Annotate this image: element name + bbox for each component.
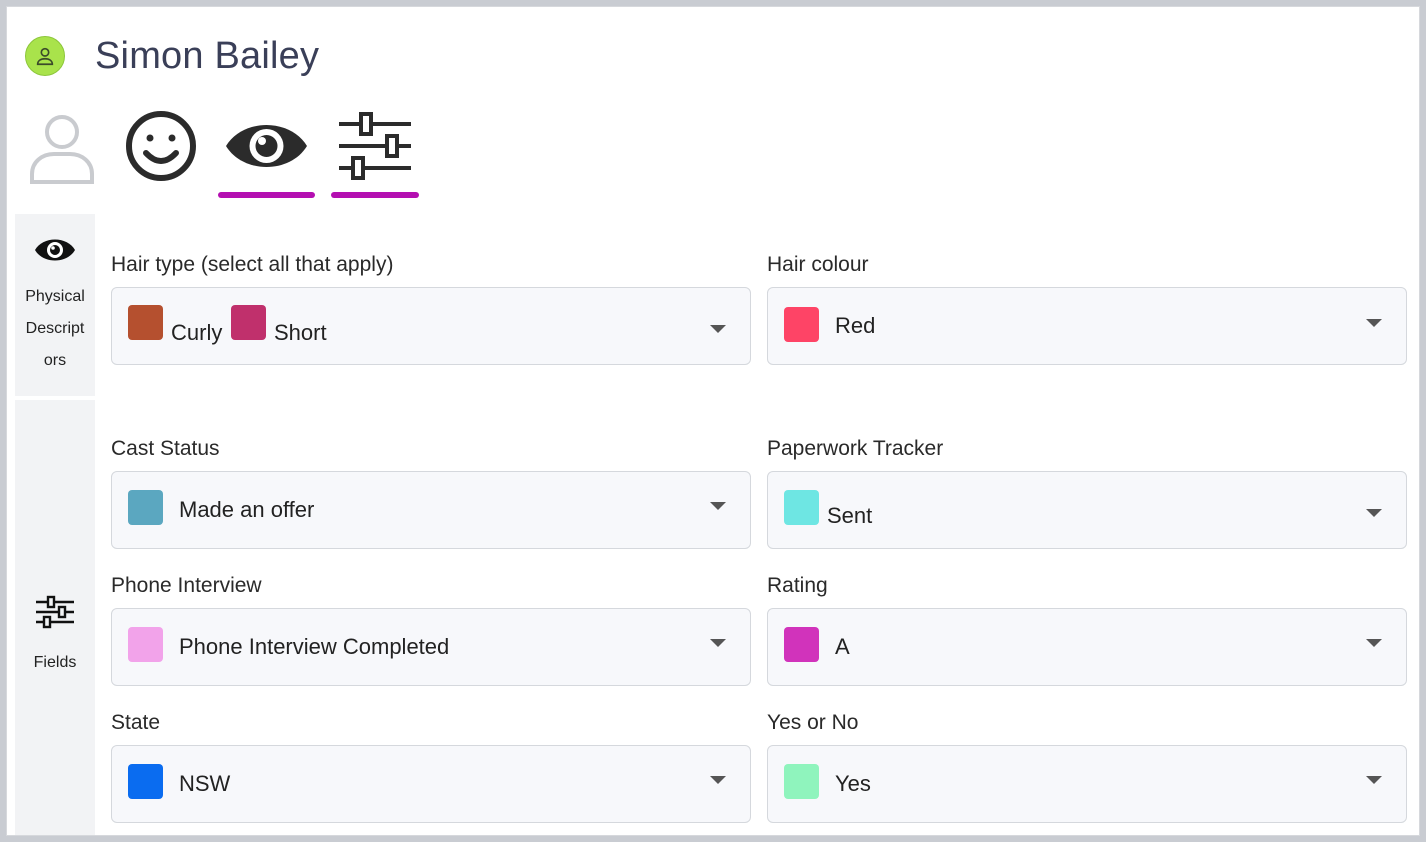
tab-profile[interactable] <box>27 106 97 202</box>
hair-type-select[interactable]: Curly Short <box>111 287 751 365</box>
field-paperwork-tracker: Paperwork Tracker Sent <box>767 434 1407 549</box>
hair-colour-select[interactable]: Red <box>767 287 1407 365</box>
field-label: Hair colour <box>767 253 869 276</box>
option-text: A <box>835 634 850 659</box>
color-swatch <box>784 627 819 662</box>
smiley-icon <box>126 111 196 181</box>
sliders-icon <box>36 595 74 629</box>
section-sidebar: Physical Descript ors Fields <box>15 214 95 835</box>
sidebar-label-line: Physical <box>25 288 85 305</box>
chevron-down-icon <box>710 639 726 647</box>
profile-name: Simon Bailey <box>95 35 320 77</box>
tab-active-underline <box>331 192 419 198</box>
paperwork-tracker-select[interactable]: Sent <box>767 471 1407 549</box>
option-text: NSW <box>179 771 231 796</box>
eye-icon <box>35 239 75 261</box>
chevron-down-icon <box>1366 319 1382 327</box>
color-swatch <box>128 627 163 662</box>
field-state: State NSW <box>111 708 751 823</box>
chevron-down-icon <box>710 502 726 510</box>
person-icon <box>36 47 54 66</box>
yes-or-no-select[interactable]: Yes <box>767 745 1407 823</box>
option-text: Curly <box>171 320 223 345</box>
sidebar-item-fields[interactable]: Fields <box>15 594 95 679</box>
phone-interview-select[interactable]: Phone Interview Completed <box>111 608 751 686</box>
option-text: Short <box>274 320 327 345</box>
field-label: Cast Status <box>111 437 220 460</box>
tab-fields[interactable] <box>331 106 419 202</box>
sidebar-divider <box>15 396 95 400</box>
field-label: State <box>111 711 161 734</box>
field-rating: Rating A <box>767 571 1407 686</box>
field-phone-interview: Phone Interview Phone Interview Complete… <box>111 571 751 686</box>
field-label: Phone Interview <box>111 574 262 597</box>
sidebar-label-line: Descript <box>25 320 85 337</box>
color-swatch <box>784 490 819 525</box>
tab-physical[interactable] <box>218 106 315 202</box>
sidebar-item-physical[interactable]: Physical Descript ors <box>15 234 95 377</box>
profile-panel: Simon Bailey Physical Descript ors Field… <box>15 10 1415 835</box>
color-swatch <box>128 490 163 525</box>
option-text: Phone Interview Completed <box>179 634 450 659</box>
avatar[interactable] <box>25 36 65 76</box>
cast-status-select[interactable]: Made an offer <box>111 471 751 549</box>
section-tabs <box>15 106 455 206</box>
field-label: Yes or No <box>767 711 859 734</box>
window-frame: Simon Bailey Physical Descript ors Field… <box>6 6 1420 836</box>
chevron-down-icon <box>1366 639 1382 647</box>
profile-header: Simon Bailey <box>15 10 1415 100</box>
chevron-down-icon <box>710 776 726 784</box>
color-swatch <box>128 305 163 340</box>
field-yes-or-no: Yes or No Yes <box>767 708 1407 823</box>
chevron-down-icon <box>710 325 726 333</box>
field-hair-type: Hair type (select all that apply) Curly … <box>111 250 751 365</box>
chevron-down-icon <box>1366 776 1382 784</box>
color-swatch <box>784 307 819 342</box>
tab-personality[interactable] <box>123 106 199 202</box>
person-icon <box>30 115 94 184</box>
option-text: Red <box>835 313 876 338</box>
option-text: Made an offer <box>179 497 315 522</box>
rating-select[interactable]: A <box>767 608 1407 686</box>
color-swatch <box>128 764 163 799</box>
field-hair-colour: Hair colour Red <box>767 250 1407 365</box>
chevron-down-icon <box>1366 509 1382 517</box>
sidebar-label-line: ors <box>43 352 67 369</box>
field-label: Rating <box>767 574 828 597</box>
color-swatch <box>231 305 266 340</box>
state-select[interactable]: NSW <box>111 745 751 823</box>
sliders-icon <box>339 112 411 180</box>
color-swatch <box>784 764 819 799</box>
tab-active-underline <box>218 192 315 198</box>
option-text: Sent <box>827 503 873 528</box>
option-text: Yes <box>835 771 871 796</box>
field-label: Paperwork Tracker <box>767 437 944 460</box>
field-cast-status: Cast Status Made an offer <box>111 434 751 549</box>
sidebar-label: Fields <box>33 654 77 671</box>
eye-icon <box>226 125 307 167</box>
field-label: Hair type (select all that apply) <box>111 253 394 276</box>
